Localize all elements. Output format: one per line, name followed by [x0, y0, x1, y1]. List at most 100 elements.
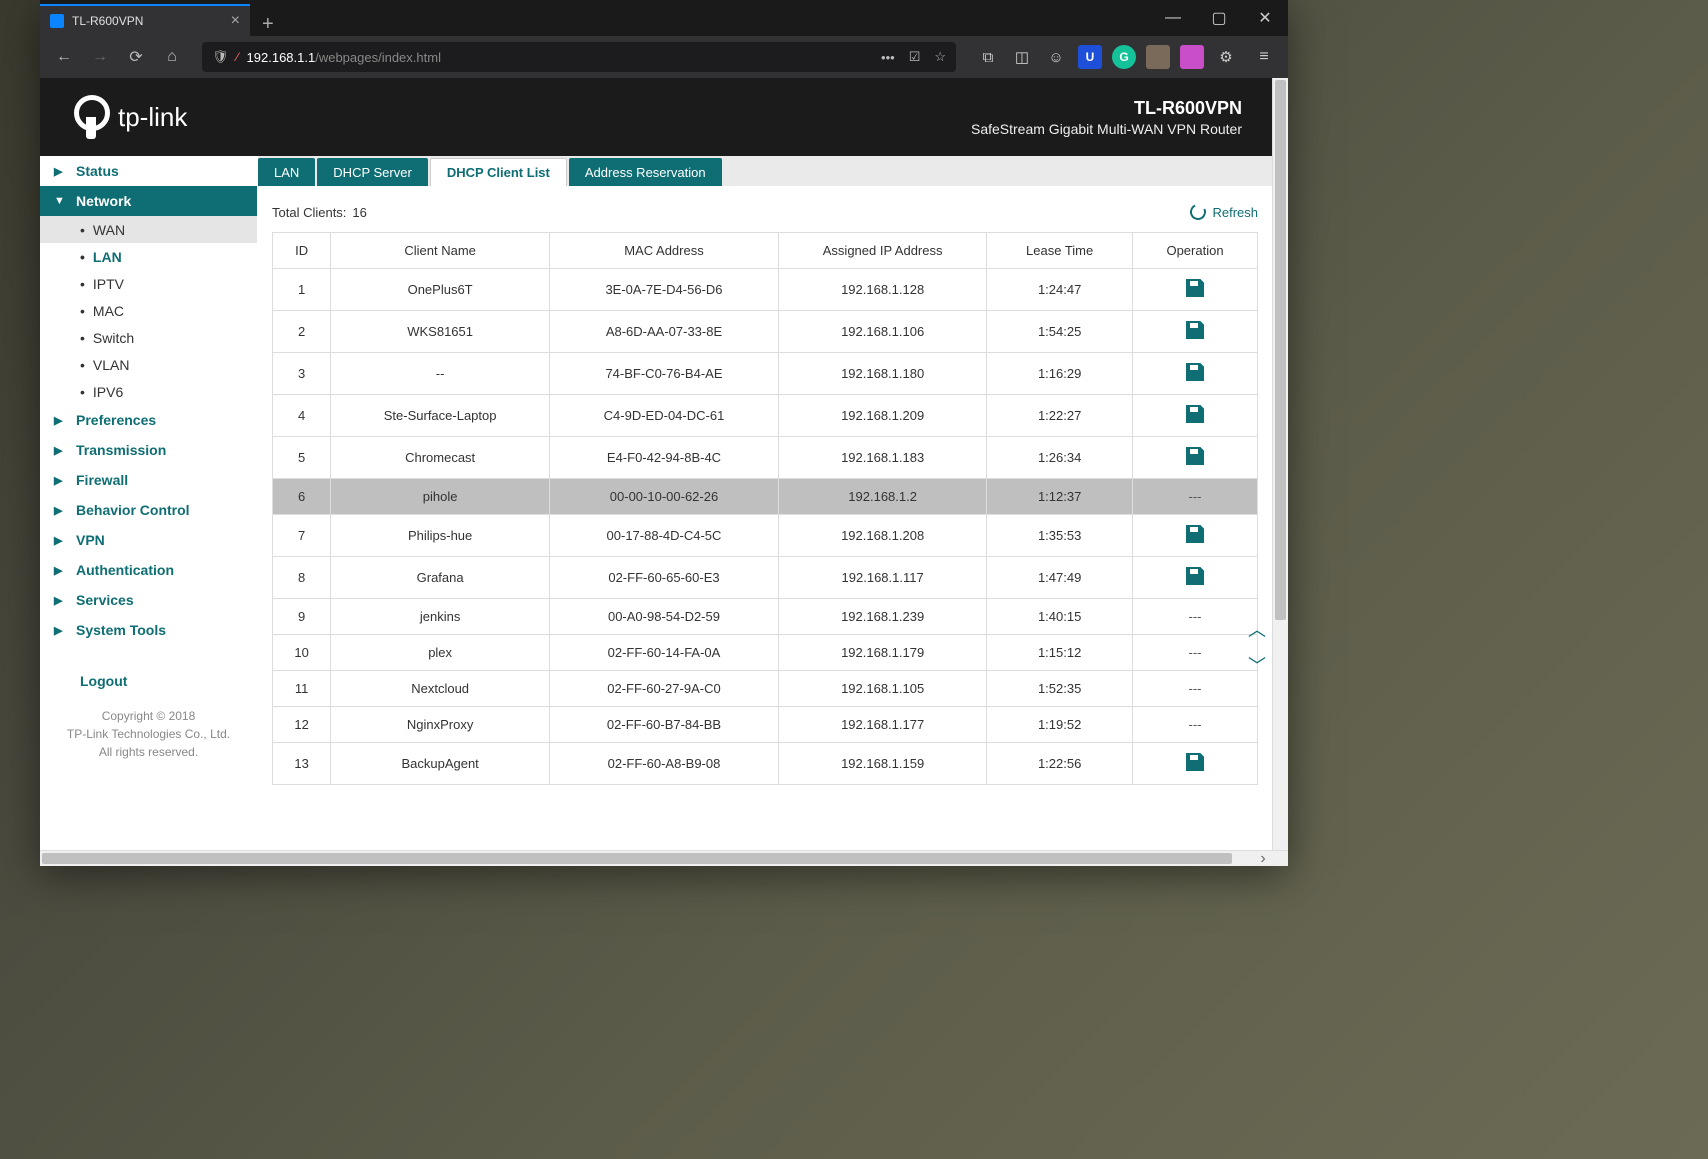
sidebar-subitem-mac[interactable]: MAC [40, 297, 257, 324]
save-reservation-icon[interactable] [1186, 567, 1204, 585]
cell-ip: 192.168.1.106 [779, 311, 987, 353]
cell-name: pihole [331, 479, 550, 515]
favicon-icon [50, 14, 64, 28]
tab-close-icon[interactable]: × [231, 12, 240, 30]
insecure-lock-icon[interactable]: ⁄ [237, 50, 239, 64]
scrollbar-vertical[interactable] [1272, 78, 1288, 850]
cell-name: Philips-hue [331, 515, 550, 557]
sidebar-subitem-lan[interactable]: LAN [40, 243, 257, 270]
nav-forward-button[interactable]: → [84, 41, 116, 73]
scroll-down-icon[interactable]: ﹀ [1248, 652, 1266, 678]
cell-operation: --- [1133, 599, 1258, 635]
cell-name: BackupAgent [331, 743, 550, 785]
sidebar-item-behavior-control[interactable]: ▶Behavior Control [40, 495, 257, 525]
scroll-right-icon[interactable]: › [1256, 851, 1270, 866]
logout-link[interactable]: Logout [40, 645, 257, 689]
tab-address-reservation[interactable]: Address Reservation [569, 158, 722, 186]
cell-lease: 1:47:49 [987, 557, 1133, 599]
save-reservation-icon[interactable] [1186, 447, 1204, 465]
extension-icon-2[interactable] [1180, 45, 1204, 69]
cell-lease: 1:16:29 [987, 353, 1133, 395]
table-row: 8Grafana02-FF-60-65-60-E3192.168.1.1171:… [273, 557, 1258, 599]
sidebar-subitem-switch[interactable]: Switch [40, 324, 257, 351]
sidebar-item-authentication[interactable]: ▶Authentication [40, 555, 257, 585]
ublock-icon[interactable]: U [1078, 45, 1102, 69]
dhcp-client-list-panel: Total Clients: 16 Refresh ID [258, 186, 1272, 850]
sidebar-subitem-ipv6[interactable]: IPV6 [40, 378, 257, 405]
sidebar-subitem-vlan[interactable]: VLAN [40, 351, 257, 378]
nav-back-button[interactable]: ← [48, 41, 80, 73]
save-reservation-icon[interactable] [1186, 405, 1204, 423]
new-tab-button[interactable]: + [250, 13, 286, 36]
refresh-button[interactable]: Refresh [1190, 204, 1258, 220]
extension-icon-1[interactable] [1146, 45, 1170, 69]
save-reservation-icon[interactable] [1186, 363, 1204, 381]
sidebar-item-transmission[interactable]: ▶Transmission [40, 435, 257, 465]
account-icon[interactable]: ☺ [1044, 45, 1068, 69]
save-reservation-icon[interactable] [1186, 321, 1204, 339]
cell-ip: 192.168.1.128 [779, 269, 987, 311]
scrollbar-thumb-v[interactable] [1275, 80, 1286, 620]
cell-lease: 1:12:37 [987, 479, 1133, 515]
cell-ip: 192.168.1.117 [779, 557, 987, 599]
chevron-icon: ▼ [54, 195, 68, 207]
sidebar-item-status[interactable]: ▶Status [40, 156, 257, 186]
cell-mac: 02-FF-60-B7-84-BB [549, 707, 778, 743]
sidebar-subitem-iptv[interactable]: IPTV [40, 270, 257, 297]
sidebar-item-network[interactable]: ▼ Network [40, 186, 257, 216]
save-reservation-icon[interactable] [1186, 525, 1204, 543]
sidebar-item-vpn[interactable]: ▶VPN [40, 525, 257, 555]
tab-dhcp-server[interactable]: DHCP Server [317, 158, 428, 186]
scrollbar-thumb-h[interactable] [42, 853, 1232, 864]
sidebar-item-system-tools[interactable]: ▶System Tools [40, 615, 257, 645]
cell-ip: 192.168.1.177 [779, 707, 987, 743]
sidebar-item-label: Network [76, 193, 131, 209]
cell-ip: 192.168.1.239 [779, 599, 987, 635]
url-bar[interactable]: 🛡 ⁄ 192.168.1.1/webpages/index.html ••• … [202, 42, 956, 72]
cell-mac: 3E-0A-7E-D4-56-D6 [549, 269, 778, 311]
cell-id: 8 [273, 557, 331, 599]
sidebar-icon[interactable]: ◫ [1010, 45, 1034, 69]
tab-lan[interactable]: LAN [258, 158, 315, 186]
browser-tab[interactable]: TL-R600VPN × [40, 4, 250, 36]
bookmark-star-icon[interactable]: ☆ [934, 49, 946, 65]
sidebar-item-preferences[interactable]: ▶Preferences [40, 405, 257, 435]
library-icon[interactable]: ⧉ [976, 45, 1000, 69]
sidebar-nav: ▶Status ▼ Network WANLANIPTVMACSwitchVLANIP… [40, 156, 258, 850]
shield-icon[interactable]: 🛡 [212, 49, 229, 65]
save-reservation-icon[interactable] [1186, 753, 1204, 771]
save-reservation-icon[interactable] [1186, 279, 1204, 297]
cell-lease: 1:22:27 [987, 395, 1133, 437]
sidebar-item-label: Transmission [76, 442, 166, 458]
window-close-button[interactable]: ✕ [1242, 0, 1288, 36]
scroll-up-icon[interactable]: ︿ [1248, 616, 1266, 642]
app-menu-button[interactable]: ≡ [1248, 41, 1280, 73]
reader-mode-icon[interactable]: ☑ [909, 49, 921, 65]
cell-lease: 1:22:56 [987, 743, 1133, 785]
nav-home-button[interactable]: ⌂ [156, 41, 188, 73]
no-operation-text: --- [1189, 645, 1202, 660]
url-text: 192.168.1.1/webpages/index.html [247, 50, 882, 65]
router-header: tp-link TL-R600VPN SafeStream Gigabit Mu… [40, 78, 1272, 156]
grammarly-icon[interactable]: G [1112, 45, 1136, 69]
scrollbar-horizontal[interactable]: ‹ › [40, 850, 1288, 866]
window-minimize-button[interactable]: — [1150, 0, 1196, 36]
tab-dhcp-client-list[interactable]: DHCP Client List [430, 158, 567, 186]
nav-reload-button[interactable]: ⟳ [120, 41, 152, 73]
browser-window: TL-R600VPN × + — ▢ ✕ ← → ⟳ ⌂ 🛡 ⁄ 192.168… [40, 0, 1288, 866]
cell-name: Chromecast [331, 437, 550, 479]
clients-table: ID Client Name MAC Address Assigned IP A… [272, 232, 1258, 785]
url-more-icon[interactable]: ••• [881, 50, 895, 65]
cell-id: 11 [273, 671, 331, 707]
th-client-name: Client Name [331, 233, 550, 269]
window-maximize-button[interactable]: ▢ [1196, 0, 1242, 36]
table-row: 4Ste-Surface-LaptopC4-9D-ED-04-DC-61192.… [273, 395, 1258, 437]
sidebar-subitem-wan[interactable]: WAN [40, 216, 257, 243]
cell-mac: 74-BF-C0-76-B4-AE [549, 353, 778, 395]
sidebar-item-services[interactable]: ▶Services [40, 585, 257, 615]
extension-icon-3[interactable]: ⚙ [1214, 45, 1238, 69]
cell-ip: 192.168.1.180 [779, 353, 987, 395]
browser-tab-bar: TL-R600VPN × + — ▢ ✕ [40, 0, 1288, 36]
refresh-icon [1188, 202, 1209, 223]
sidebar-item-firewall[interactable]: ▶Firewall [40, 465, 257, 495]
